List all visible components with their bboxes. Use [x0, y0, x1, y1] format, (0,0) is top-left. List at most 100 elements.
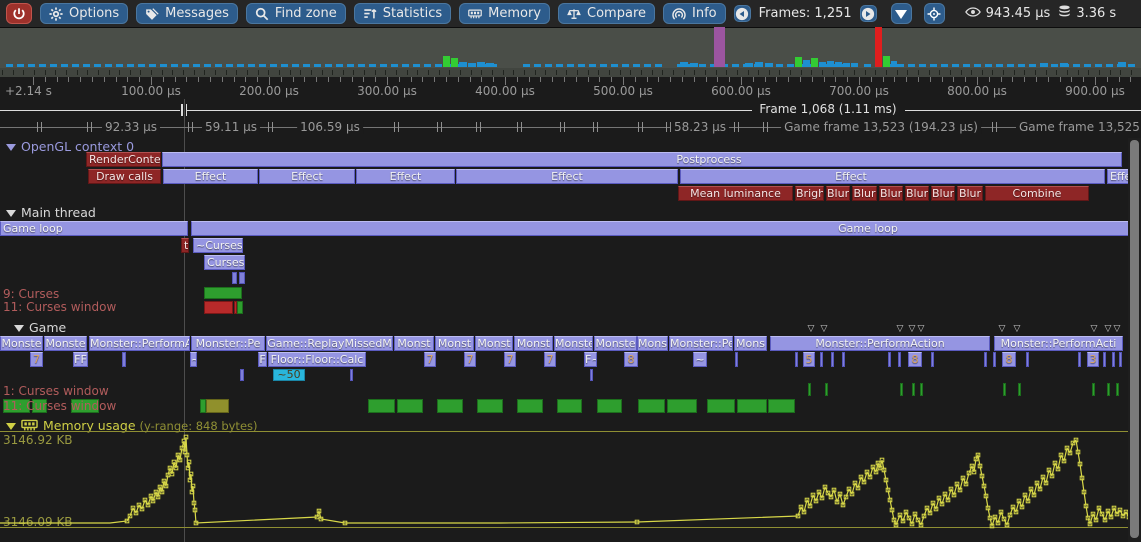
- zone-bar[interactable]: Effect: [680, 169, 1105, 184]
- zone-bar[interactable]: Monste: [44, 336, 87, 351]
- zone-bar[interactable]: [204, 301, 233, 314]
- message-marker-icon[interactable]: ▽: [821, 325, 828, 333]
- zone-bar[interactable]: Monste: [554, 336, 593, 351]
- message-marker-icon[interactable]: ▽: [1114, 325, 1121, 333]
- zone-bar[interactable]: [984, 352, 987, 367]
- zone-bar[interactable]: Monst: [475, 336, 513, 351]
- zone-bar[interactable]: [912, 383, 915, 396]
- message-marker-icon[interactable]: ▽: [808, 325, 815, 333]
- zone-bar[interactable]: [667, 399, 697, 413]
- zone-bar[interactable]: Combine: [985, 186, 1089, 201]
- zone-bar[interactable]: [204, 287, 242, 299]
- zone-bar[interactable]: Monster::Pe: [191, 336, 265, 351]
- zone-bar[interactable]: Draw calls: [88, 169, 161, 184]
- zone-bar[interactable]: [397, 399, 423, 413]
- prev-frame-button[interactable]: [734, 5, 751, 22]
- zone-bar[interactable]: [920, 383, 923, 396]
- zone-bar[interactable]: [768, 399, 795, 413]
- message-marker-icon[interactable]: ▽: [1014, 325, 1021, 333]
- zone-bar[interactable]: Monst: [435, 336, 474, 351]
- zone-bar[interactable]: [1112, 352, 1115, 367]
- power-button[interactable]: [6, 3, 32, 24]
- section-header-game[interactable]: Game: [14, 320, 66, 335]
- zone-bar[interactable]: [1116, 383, 1119, 396]
- zone-bar[interactable]: [735, 352, 738, 367]
- zone-bar[interactable]: Game::ReplayMissedM: [266, 336, 393, 351]
- zone-bar[interactable]: [820, 352, 823, 367]
- zone-bar[interactable]: Blur: [879, 186, 903, 201]
- zone-bar[interactable]: Monster::PerformActi: [994, 336, 1123, 351]
- zone-bar[interactable]: [477, 399, 503, 413]
- zone-bar[interactable]: Monster::PerformA: [89, 336, 190, 351]
- message-marker-icon[interactable]: ▽: [909, 325, 916, 333]
- zone-bar[interactable]: Monst: [514, 336, 553, 351]
- zone-bar[interactable]: [557, 399, 582, 413]
- zone-bar[interactable]: 7: [30, 352, 43, 367]
- zone-bar[interactable]: [240, 369, 244, 381]
- zone-bar[interactable]: [350, 369, 353, 381]
- zone-bar[interactable]: 7: [464, 352, 476, 367]
- zone-bar[interactable]: [1119, 352, 1122, 367]
- zone-bar[interactable]: F: [258, 352, 267, 367]
- message-marker-icon[interactable]: ▽: [918, 325, 925, 333]
- zone-bar[interactable]: 7: [504, 352, 516, 367]
- zone-bar[interactable]: ~50: [273, 369, 305, 381]
- zone-bar[interactable]: [1018, 383, 1021, 396]
- scrollbar-thumb[interactable]: [1130, 140, 1139, 538]
- zone-bar[interactable]: RenderConte: [86, 152, 161, 167]
- zone-bar[interactable]: [206, 399, 229, 413]
- zone-bar[interactable]: ~Curses: [193, 238, 243, 253]
- frame-histogram[interactable]: [0, 28, 1141, 68]
- zone-bar[interactable]: Blur: [852, 186, 877, 201]
- locate-crosshair-button[interactable]: [924, 3, 945, 24]
- toolbar-button-info[interactable]: Info: [663, 3, 726, 24]
- go-to-frame-button[interactable]: [891, 3, 912, 24]
- zone-bar[interactable]: Monster::Pe: [669, 336, 733, 351]
- zone-bar[interactable]: 8: [908, 352, 922, 367]
- zone-bar[interactable]: Curses: [204, 255, 245, 270]
- zone-bar[interactable]: [737, 399, 767, 413]
- zone-bar[interactable]: [1103, 352, 1106, 367]
- message-marker-icon[interactable]: ▽: [1091, 325, 1098, 333]
- zone-bar[interactable]: [517, 399, 543, 413]
- zone-bar[interactable]: Effect: [163, 169, 258, 184]
- zone-bar[interactable]: Effect: [259, 169, 355, 184]
- zone-bar[interactable]: Monste: [0, 336, 43, 351]
- toolbar-button-memory[interactable]: Memory: [459, 3, 550, 24]
- zone-bar[interactable]: Effect: [456, 169, 678, 184]
- zone-bar[interactable]: [888, 352, 891, 367]
- zone-bar[interactable]: [237, 301, 243, 314]
- message-marker-icon[interactable]: ▽: [999, 325, 1006, 333]
- zone-bar[interactable]: [1078, 352, 1081, 367]
- zone-bar[interactable]: Brigh: [795, 186, 824, 201]
- zone-bar[interactable]: [931, 352, 934, 367]
- zone-bar[interactable]: [1003, 383, 1006, 396]
- section-header-main-thread[interactable]: Main thread: [6, 205, 96, 220]
- zone-bar[interactable]: Game loop: [191, 221, 1141, 236]
- toolbar-button-compare[interactable]: Compare: [558, 3, 655, 24]
- zone-bar[interactable]: [1092, 383, 1095, 396]
- zone-bar[interactable]: 8: [1002, 352, 1016, 367]
- zone-bar[interactable]: Postprocess: [162, 152, 1122, 167]
- toolbar-button-statistics[interactable]: Statistics: [354, 3, 451, 24]
- zone-bar[interactable]: Blur: [931, 186, 955, 201]
- message-marker-icon[interactable]: ▽: [1105, 325, 1112, 333]
- zone-bar[interactable]: Mean luminance: [678, 186, 793, 201]
- zone-bar[interactable]: 7: [544, 352, 556, 367]
- zone-bar[interactable]: [590, 369, 593, 381]
- zone-bar[interactable]: Blur: [957, 186, 983, 201]
- zone-bar[interactable]: [368, 399, 395, 413]
- memory-graph[interactable]: [0, 418, 1141, 542]
- message-marker-icon[interactable]: ▽: [897, 325, 904, 333]
- zone-bar[interactable]: Blur: [826, 186, 850, 201]
- toolbar-button-find-zone[interactable]: Find zone: [246, 3, 346, 24]
- zone-bar[interactable]: [808, 383, 811, 396]
- zone-bar[interactable]: F~: [584, 352, 597, 367]
- zone-bar[interactable]: [122, 352, 126, 367]
- zone-bar[interactable]: [239, 272, 245, 284]
- zone-bar[interactable]: 8: [624, 352, 638, 367]
- zone-bar[interactable]: [825, 383, 828, 396]
- zone-bar[interactable]: [795, 352, 798, 367]
- zone-bar[interactable]: t: [181, 238, 189, 253]
- toolbar-button-messages[interactable]: Messages: [136, 3, 238, 24]
